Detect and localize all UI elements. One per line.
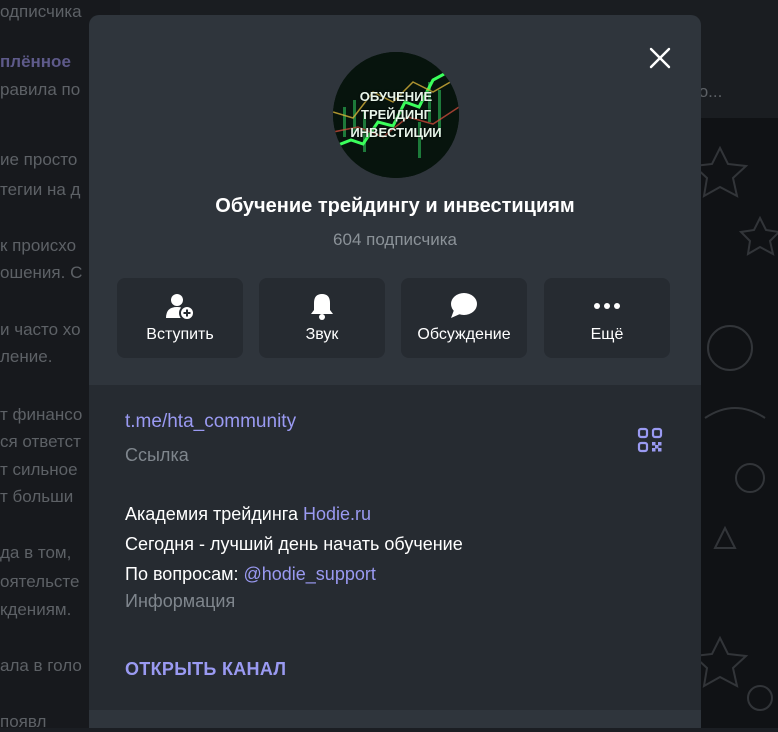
bg-line: тегии на д [0, 180, 81, 199]
discussion-label: Обсуждение [417, 326, 511, 343]
bell-icon [311, 294, 333, 320]
bg-line: и часто хо [0, 320, 81, 339]
avatar-text: ОБУЧЕНИЕ ТРЕЙДИНГ ИНВЕСТИЦИИ [333, 88, 459, 142]
bg-line: ошения. С [0, 263, 83, 282]
channel-description: Академия трейдинга Hodie.ru Сегодня - лу… [125, 499, 463, 589]
bg-line: т сильное [0, 460, 78, 479]
bg-line: да в том, [0, 543, 72, 562]
more-label: Ещё [590, 326, 624, 343]
bg-line: т больши [0, 487, 74, 506]
bg-line: т финансо [0, 405, 83, 424]
description-text: Академия трейдинга [125, 504, 303, 524]
bg-line: оятельсте [0, 572, 80, 591]
channel-info-dialog: ОБУЧЕНИЕ ТРЕЙДИНГ ИНВЕСТИЦИИ Обучение тр… [89, 15, 701, 728]
description-line: По вопросам: @hodie_support [125, 559, 463, 589]
qr-code-button[interactable] [637, 427, 663, 453]
more-dots-icon [594, 303, 620, 309]
bg-line: ала в голо [0, 656, 82, 675]
close-button[interactable] [647, 45, 673, 71]
join-button[interactable]: Вступить [117, 278, 243, 358]
bg-line: одписчика [0, 2, 82, 21]
open-channel-button[interactable]: ОТКРЫТЬ КАНАЛ [125, 659, 286, 680]
channel-title: Обучение трейдингу и инвестициям [215, 195, 575, 217]
subscriber-count: 604 подписчика [333, 230, 457, 249]
bg-line: ие просто [0, 150, 78, 169]
chat-bubble-icon [451, 293, 477, 318]
discussion-button[interactable]: Обсуждение [401, 278, 527, 358]
bg-line: ся ответст [0, 432, 81, 451]
description-line: Сегодня - лучший день начать обучение [125, 534, 463, 554]
website-link[interactable]: Hodie.ru [303, 504, 371, 524]
bg-line: ление. [0, 347, 53, 366]
bg-line: появл [0, 712, 47, 731]
avatar-text-line: ИНВЕСТИЦИИ [350, 125, 442, 140]
bg-line: равила по [0, 80, 81, 99]
description-line: Академия трейдинга Hodie.ru [125, 499, 463, 529]
description-text: По вопросам: [125, 564, 244, 584]
avatar-text-line: ТРЕЙДИНГ [361, 107, 431, 122]
support-username-link[interactable]: @hodie_support [243, 564, 375, 584]
panel-divider [89, 710, 701, 728]
more-button[interactable]: Ещё [544, 278, 670, 358]
channel-info-panel: t.me/hta_community Ссылка Академия трейд… [89, 385, 701, 728]
close-icon [649, 47, 671, 69]
action-bar: Вступить Звук Обсуждение Ещё [117, 278, 670, 358]
bg-pinned-label: плённое [0, 52, 71, 71]
sound-label: Звук [305, 326, 339, 343]
link-caption: Ссылка [125, 445, 189, 465]
qr-code-icon [637, 427, 663, 453]
add-user-icon [166, 294, 195, 321]
bg-line: к происхо [0, 236, 77, 255]
bg-line: кдениям. [0, 600, 72, 619]
sound-button[interactable]: Звук [259, 278, 385, 358]
join-label: Вступить [146, 326, 214, 343]
avatar-text-line: ОБУЧЕНИЕ [359, 89, 433, 104]
description-caption: Информация [125, 591, 236, 611]
channel-avatar[interactable]: ОБУЧЕНИЕ ТРЕЙДИНГ ИНВЕСТИЦИИ [333, 52, 459, 178]
channel-link[interactable]: t.me/hta_community [125, 411, 296, 433]
